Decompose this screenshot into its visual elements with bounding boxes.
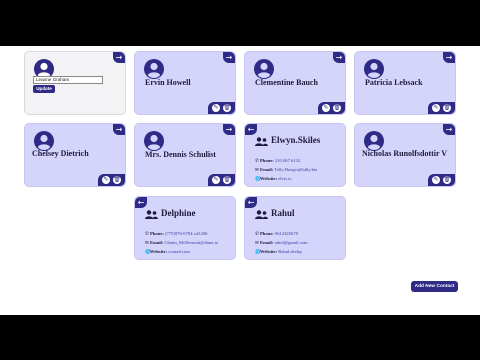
arrow-right-icon[interactable]: → bbox=[223, 52, 235, 63]
website-line: 🌐Website: Rahul.devhp bbox=[255, 249, 302, 255]
name-input[interactable]: Leanne Graham bbox=[33, 76, 103, 84]
arrow-right-icon[interactable]: → bbox=[333, 52, 345, 63]
card-actions: ✎ 🗑 bbox=[428, 174, 455, 186]
website-line: 🌐Website: conrad.com bbox=[145, 249, 190, 255]
phone-value: 210.067.6132 bbox=[274, 158, 301, 163]
card-actions: ✎ 🗑 bbox=[208, 174, 235, 186]
contact-name: Elwyn.Skiles bbox=[271, 135, 321, 145]
avatar-icon bbox=[364, 131, 384, 151]
contact-name: Nicholas Runolfsdottir V bbox=[362, 149, 448, 158]
avatar-icon bbox=[364, 59, 384, 79]
website-value: Rahul.devhp bbox=[278, 249, 302, 254]
avatar-icon bbox=[144, 59, 164, 79]
add-new-contact-button[interactable]: Add New Contact bbox=[411, 281, 458, 292]
phone-line: ✆Phone: 210.067.6132 bbox=[255, 158, 300, 164]
card-actions: ✎ 🗑 bbox=[318, 102, 345, 114]
contact-name: Mrs. Dennis Schulist bbox=[145, 150, 216, 159]
delete-icon[interactable]: 🗑 bbox=[223, 104, 231, 112]
contact-name: Delphine bbox=[161, 208, 196, 218]
contact-card-editing: → Leanne Graham Update bbox=[24, 51, 126, 115]
arrow-left-icon[interactable]: ← bbox=[245, 124, 257, 135]
website-value: conrad.com bbox=[168, 249, 190, 254]
edit-icon[interactable]: ✎ bbox=[432, 176, 440, 184]
contact-name: Ervin Howell bbox=[145, 78, 191, 87]
arrow-left-icon[interactable]: ← bbox=[245, 197, 257, 208]
contact-card: → Nicholas Runolfsdottir V ✎ 🗑 bbox=[354, 123, 456, 187]
arrow-right-icon[interactable]: → bbox=[443, 52, 455, 63]
arrow-right-icon[interactable]: → bbox=[223, 124, 235, 135]
avatar-icon bbox=[254, 59, 274, 79]
email-line: ✉Email: Telly.Hoeger@billy.biz bbox=[255, 167, 317, 173]
contacts-page: → Leanne Graham Update → Ervin Howell ✎ … bbox=[0, 46, 480, 315]
arrow-right-icon[interactable]: → bbox=[443, 124, 455, 135]
contact-card: → Mrs. Dennis Schulist ✎ 🗑 bbox=[134, 123, 236, 187]
website-label: Website: bbox=[150, 249, 168, 254]
contact-card: → Chelsey Dietrich ✎ 🗑 bbox=[24, 123, 126, 187]
website-line: 🌐Website: elvis.io bbox=[255, 176, 292, 182]
email-label: Email: bbox=[260, 240, 274, 245]
contact-card-details: ← Elwyn.Skiles ✆Phone: 210.067.6132 ✉Ema… bbox=[244, 123, 346, 187]
contact-name: Rahul bbox=[271, 208, 295, 218]
users-icon bbox=[145, 210, 158, 219]
email-value: Chaim_McDermott@dana.io bbox=[164, 240, 219, 245]
edit-icon[interactable]: ✎ bbox=[102, 176, 110, 184]
delete-icon[interactable]: 🗑 bbox=[113, 176, 121, 184]
website-label: Website: bbox=[260, 249, 278, 254]
arrow-right-icon[interactable]: → bbox=[113, 124, 125, 135]
email-label: Email: bbox=[260, 167, 274, 172]
phone-label: Phone: bbox=[260, 231, 274, 236]
contact-card-details: ← Rahul ✆Phone: 9612345678 ✉Email: rahul… bbox=[244, 196, 346, 260]
arrow-right-icon[interactable]: → bbox=[113, 52, 125, 63]
phone-line: ✆Phone: 9612345678 bbox=[255, 231, 298, 237]
avatar-icon bbox=[144, 131, 164, 151]
phone-label: Phone: bbox=[260, 158, 274, 163]
card-actions: ✎ 🗑 bbox=[98, 174, 125, 186]
delete-icon[interactable]: 🗑 bbox=[443, 104, 451, 112]
email-line: ✉Email: Chaim_McDermott@dana.io bbox=[145, 240, 218, 246]
avatar-icon bbox=[34, 131, 54, 151]
phone-value: (775)976-6794 x41206 bbox=[164, 231, 208, 236]
website-value: elvis.io bbox=[278, 176, 292, 181]
delete-icon[interactable]: 🗑 bbox=[223, 176, 231, 184]
email-line: ✉Email: rahul@gmail.com bbox=[255, 240, 308, 246]
edit-icon[interactable]: ✎ bbox=[212, 104, 220, 112]
phone-line: ✆Phone: (775)976-6794 x41206 bbox=[145, 231, 207, 237]
contact-card: → Ervin Howell ✎ 🗑 bbox=[134, 51, 236, 115]
card-actions: ✎ 🗑 bbox=[428, 102, 455, 114]
contact-name: Chelsey Dietrich bbox=[32, 149, 89, 158]
email-label: Email: bbox=[150, 240, 164, 245]
contact-card: → Patricia Lebsack ✎ 🗑 bbox=[354, 51, 456, 115]
delete-icon[interactable]: 🗑 bbox=[443, 176, 451, 184]
website-label: Website: bbox=[260, 176, 278, 181]
contact-name: Clementine Bauch bbox=[255, 78, 318, 87]
contact-card-details: ← Delphine ✆Phone: (775)976-6794 x41206 … bbox=[134, 196, 236, 260]
contact-card: → Clementine Bauch ✎ 🗑 bbox=[244, 51, 346, 115]
phone-label: Phone: bbox=[150, 231, 164, 236]
edit-icon[interactable]: ✎ bbox=[322, 104, 330, 112]
card-actions: ✎ 🗑 bbox=[208, 102, 235, 114]
arrow-left-icon[interactable]: ← bbox=[135, 197, 147, 208]
update-button[interactable]: Update bbox=[33, 85, 55, 93]
edit-icon[interactable]: ✎ bbox=[432, 104, 440, 112]
email-value: Telly.Hoeger@billy.biz bbox=[274, 167, 318, 172]
email-value: rahul@gmail.com bbox=[274, 240, 308, 245]
edit-icon[interactable]: ✎ bbox=[212, 176, 220, 184]
delete-icon[interactable]: 🗑 bbox=[333, 104, 341, 112]
contact-name: Patricia Lebsack bbox=[365, 78, 423, 87]
phone-value: 9612345678 bbox=[274, 231, 298, 236]
users-icon bbox=[255, 210, 268, 219]
users-icon bbox=[255, 137, 268, 146]
